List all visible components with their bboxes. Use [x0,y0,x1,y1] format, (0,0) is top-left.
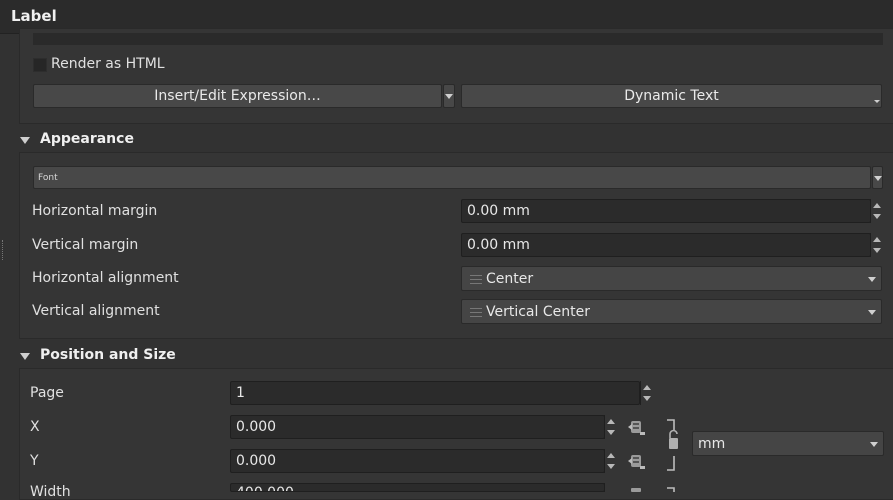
render-html-checkbox[interactable] [33,58,47,72]
chevron-down-icon [868,310,876,315]
chevron-down-icon [874,176,882,181]
page-label: Page [30,385,64,401]
font-button[interactable]: Font [33,166,871,189]
panel-title: Label [11,7,57,25]
units-value: mm [698,436,726,452]
units-combo[interactable]: mm [692,431,884,456]
dynamic-text-button[interactable]: Dynamic Text [461,84,882,108]
position-size-collapse-icon[interactable] [20,353,30,360]
menu-indicator-icon [874,100,880,103]
alignment-lines-icon [470,308,482,317]
alignment-lines-icon [470,275,482,284]
vertical-margin-spinner[interactable] [870,233,882,257]
vertical-alignment-value: Vertical Center [486,304,590,320]
vertical-alignment-label: Vertical alignment [32,303,160,319]
font-dropdown[interactable] [872,166,883,189]
label-text-area[interactable] [33,33,883,45]
page-spinner[interactable] [640,381,652,405]
data-defined-override-icon[interactable] [627,419,645,435]
page-input[interactable]: 1 [230,381,640,405]
insert-expression-button[interactable]: Insert/Edit Expression… [33,84,442,108]
appearance-title[interactable]: Appearance [40,131,134,147]
splitter-handle[interactable] [2,240,6,260]
horizontal-margin-input[interactable]: 0.00 mm [461,199,871,223]
horizontal-margin-spinner[interactable] [870,199,882,223]
horizontal-alignment-combo[interactable]: Center [461,266,882,291]
y-label: Y [30,453,39,469]
width-spinner[interactable] [604,483,616,492]
y-input[interactable]: 0.000 [230,449,605,473]
position-size-title[interactable]: Position and Size [40,347,176,363]
chevron-down-icon [870,442,878,447]
x-label: X [30,419,40,435]
chevron-down-icon [868,277,876,282]
width-input[interactable]: 400.000 [230,483,605,492]
appearance-collapse-icon[interactable] [20,137,30,144]
data-defined-override-icon[interactable] [627,486,645,492]
x-spinner[interactable] [604,415,616,439]
insert-expression-dropdown[interactable] [443,84,455,108]
vertical-margin-label: Vertical margin [32,237,139,253]
data-defined-override-icon[interactable] [627,453,645,469]
y-spinner[interactable] [604,449,616,473]
render-html-label: Render as HTML [51,56,165,72]
horizontal-margin-label: Horizontal margin [32,203,158,219]
vertical-alignment-combo[interactable]: Vertical Center [461,299,882,324]
chevron-down-icon [445,94,453,99]
horizontal-alignment-label: Horizontal alignment [32,270,179,286]
width-label: Width [30,484,71,500]
x-input[interactable]: 0.000 [230,415,605,439]
lock-chain-icon[interactable] [664,418,678,492]
horizontal-alignment-value: Center [486,271,534,287]
vertical-margin-input[interactable]: 0.00 mm [461,233,871,257]
